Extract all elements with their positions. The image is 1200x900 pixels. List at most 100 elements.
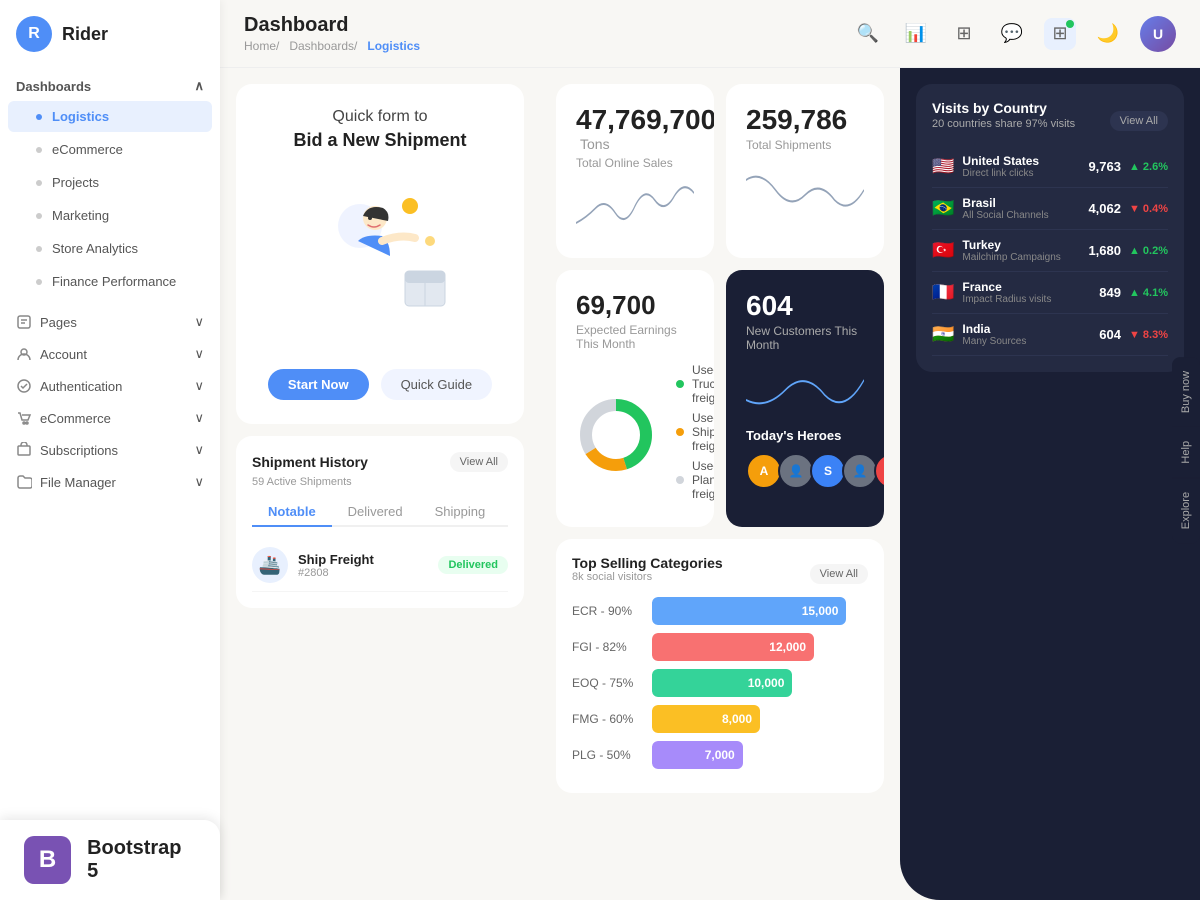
shipment-history-card: Shipment History View All 59 Active Ship… — [236, 436, 524, 608]
avatar-a[interactable]: A — [746, 453, 782, 489]
sidebar-file-manager[interactable]: File Manager ∨ — [0, 466, 220, 498]
country-name: Turkey — [962, 238, 1080, 252]
avatar-2[interactable]: 👤 — [778, 453, 814, 489]
sidebar-item-marketing[interactable]: Marketing — [8, 200, 212, 231]
tab-delivered[interactable]: Delivered — [332, 498, 419, 527]
account-icon — [16, 346, 32, 362]
bar: 10,000 — [652, 669, 792, 697]
sidebar-item-store-analytics[interactable]: Store Analytics — [8, 233, 212, 264]
avatar-4[interactable]: 👤 — [842, 453, 878, 489]
shipment-view-all[interactable]: View All — [450, 452, 508, 472]
sidebar-authentication[interactable]: Authentication ∨ — [0, 370, 220, 402]
country-source: All Social Channels — [962, 210, 1080, 221]
sales-chart — [576, 178, 694, 238]
dot — [36, 279, 42, 285]
chart-icon[interactable]: 📊 — [900, 18, 932, 50]
legend-ship: Used Ship freight 21% — [676, 411, 714, 453]
authentication-icon — [16, 378, 32, 394]
avatar-p[interactable]: P — [874, 453, 884, 489]
sidebar-item-logistics[interactable]: Logistics — [8, 101, 212, 132]
country-change: ▲ 2.6% — [1129, 161, 1168, 173]
chat-icon[interactable]: 💬 — [996, 18, 1028, 50]
country-source: Mailchimp Campaigns — [962, 252, 1080, 263]
bar-wrap: 7,000 — [652, 741, 868, 769]
apps-icon-wrap: ⊞ — [1044, 18, 1076, 50]
bar: 7,000 — [652, 741, 743, 769]
legend-plane: Used Plane freight 34% — [676, 459, 714, 501]
country-change: ▲ 4.1% — [1129, 287, 1168, 299]
watermark: B Bootstrap 5 — [0, 820, 220, 900]
country-info: Brasil All Social Channels — [962, 196, 1080, 221]
category-label: EOQ - 75% — [572, 676, 642, 690]
sidebar-item-finance-performance[interactable]: Finance Performance — [8, 266, 212, 297]
subscriptions-icon — [16, 442, 32, 458]
shipment-item: 🚢 Ship Freight #2808 Delivered — [252, 539, 508, 592]
bootstrap-text: Bootstrap 5 — [87, 837, 196, 883]
sidebar-dashboards-header[interactable]: Dashboards ∧ — [0, 72, 220, 100]
bid-card-header: Quick form to Bid a New Shipment — [293, 108, 466, 151]
app-name: Rider — [62, 24, 108, 45]
categories-title: Top Selling Categories — [572, 555, 723, 571]
sidebar-item-projects[interactable]: Projects — [8, 167, 212, 198]
bid-illustration — [300, 186, 460, 326]
customers-chart — [746, 360, 864, 420]
country-flag: 🇧🇷 — [932, 198, 954, 219]
user-avatar[interactable]: U — [1140, 16, 1176, 52]
bar: 15,000 — [652, 597, 846, 625]
heroes-title: Today's Heroes — [746, 428, 864, 443]
bar-value: 7,000 — [705, 748, 735, 762]
visits-title: Visits by Country — [932, 100, 1075, 116]
sidebar: R Rider Dashboards ∧ Logistics eCommerce… — [0, 0, 220, 900]
category-label: FMG - 60% — [572, 712, 642, 726]
sidebar-item-ecommerce[interactable]: eCommerce — [8, 134, 212, 165]
total-sales-card: 47,769,700 Tons Total Online Sales — [556, 84, 714, 258]
breadcrumb: Home/ Dashboards/ Logistics — [244, 39, 420, 53]
categories-card: Top Selling Categories 8k social visitor… — [556, 539, 884, 793]
pages-icon — [16, 314, 32, 330]
new-customers-card: 604 New Customers This Month Today's Her… — [726, 270, 884, 527]
help-button[interactable]: Help — [1172, 427, 1200, 478]
country-info: Turkey Mailchimp Campaigns — [962, 238, 1080, 263]
bid-title: Quick form to — [293, 108, 466, 126]
avatar-s[interactable]: S — [810, 453, 846, 489]
country-source: Impact Radius visits — [962, 294, 1091, 305]
country-visits: 849 — [1099, 285, 1121, 300]
search-icon[interactable]: 🔍 — [852, 18, 884, 50]
sidebar-account[interactable]: Account ∨ — [0, 338, 220, 370]
middle-panel: 47,769,700 Tons Total Online Sales 259,7… — [540, 68, 900, 900]
country-name: United States — [962, 154, 1080, 168]
country-list: 🇺🇸 United States Direct link clicks 9,76… — [932, 146, 1168, 356]
tab-shipping[interactable]: Shipping — [419, 498, 502, 527]
categories-view-all[interactable]: View All — [810, 564, 868, 584]
right-panel: Visits by Country 20 countries share 97%… — [900, 68, 1200, 900]
earnings-label: Expected Earnings This Month — [576, 323, 694, 351]
legend-truck: Used Truck freight 45% — [676, 363, 714, 405]
dark-mode-toggle[interactable]: 🌙 — [1092, 18, 1124, 50]
grid-icon[interactable]: ⊞ — [948, 18, 980, 50]
country-visits: 1,680 — [1088, 243, 1121, 258]
edge-buttons: Buy now Help Explore — [1172, 357, 1200, 543]
donut-legend: Used Truck freight 45% Used Ship freight… — [676, 363, 714, 507]
explore-button[interactable]: Explore — [1172, 478, 1200, 543]
bid-buttons: Start Now Quick Guide — [268, 369, 492, 400]
sidebar-pages[interactable]: Pages ∨ — [0, 306, 220, 338]
visits-view-all[interactable]: View All — [1110, 111, 1168, 131]
sidebar-subscriptions[interactable]: Subscriptions ∨ — [0, 434, 220, 466]
donut-wrap: Used Truck freight 45% Used Ship freight… — [576, 363, 694, 507]
dot — [36, 213, 42, 219]
sidebar-ecommerce[interactable]: eCommerce ∨ — [0, 402, 220, 434]
bar-wrap: 8,000 — [652, 705, 868, 733]
quick-guide-button[interactable]: Quick Guide — [381, 369, 493, 400]
start-now-button[interactable]: Start Now — [268, 369, 369, 400]
plane-dot — [676, 476, 684, 484]
sidebar-logo[interactable]: R Rider — [0, 16, 220, 72]
category-label: FGI - 82% — [572, 640, 642, 654]
total-shipments-value: 259,786 — [746, 104, 864, 136]
tab-notable[interactable]: Notable — [252, 498, 332, 527]
dot — [36, 147, 42, 153]
visits-subtitle: 20 countries share 97% visits — [932, 118, 1075, 130]
active-dot — [36, 114, 42, 120]
bootstrap-logo: B — [24, 836, 71, 884]
buy-now-button[interactable]: Buy now — [1172, 357, 1200, 427]
country-change: ▼ 0.4% — [1129, 203, 1168, 215]
